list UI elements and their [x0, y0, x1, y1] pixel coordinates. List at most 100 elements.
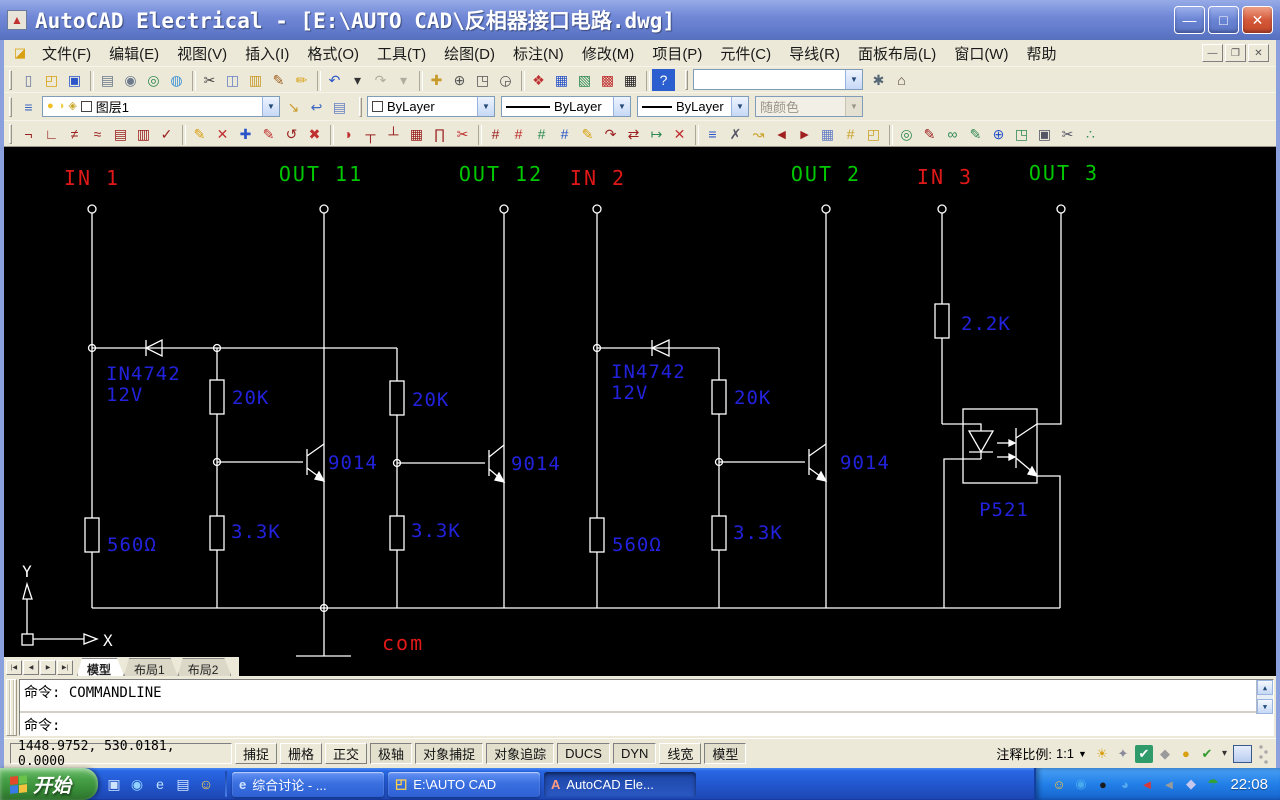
menu-modify[interactable]: 修改(M): [573, 40, 644, 67]
grid-toggle[interactable]: 栅格: [280, 743, 322, 764]
status-ok-icon[interactable]: ✔: [1198, 745, 1216, 763]
pan-button[interactable]: ✚: [425, 69, 448, 91]
menu-project[interactable]: 项目(P): [643, 40, 711, 67]
lineweight-toggle[interactable]: 线宽: [659, 743, 701, 764]
last-tab-button[interactable]: ▶|: [57, 660, 73, 675]
snap-toggle[interactable]: 捕捉: [235, 743, 277, 764]
color-combo[interactable]: ByLayer ▼: [367, 96, 495, 117]
schematic-reports-button[interactable]: ▧: [573, 69, 596, 91]
open-file-button[interactable]: ◰: [40, 69, 63, 91]
menu-dimension[interactable]: 标注(N): [504, 40, 573, 67]
wire-number-move-button[interactable]: #: [553, 123, 576, 145]
save-button[interactable]: ▣: [63, 69, 86, 91]
menu-edit[interactable]: 编辑(E): [100, 40, 168, 67]
plot-preview-button[interactable]: ◉: [119, 69, 142, 91]
annotation-scale-dropdown-arrow[interactable]: ▼: [1078, 749, 1087, 759]
drawing-erase-button[interactable]: ▩: [596, 69, 619, 91]
sogou-pinyin-tray-icon[interactable]: ☺: [1050, 776, 1067, 793]
scroll-up-icon[interactable]: ▲: [1257, 680, 1273, 695]
audio-device-tray-icon[interactable]: ◄: [1160, 776, 1177, 793]
wire-number-flip-button[interactable]: ⇄: [622, 123, 645, 145]
source-signal-arrow-button[interactable]: ≡: [701, 123, 724, 145]
osnap-toggle[interactable]: 对象捕捉: [415, 743, 483, 764]
layer-states-button[interactable]: ▤: [328, 96, 351, 118]
browser-task-button[interactable]: e 综合讨论 - ...: [232, 772, 384, 797]
menu-view[interactable]: 视图(V): [168, 40, 236, 67]
taskbar-clock[interactable]: 22:08: [1230, 776, 1268, 793]
trim-wire-button[interactable]: ✂: [451, 123, 474, 145]
zoom-window-button[interactable]: ◳: [471, 69, 494, 91]
qq-tray-icon[interactable]: ●: [1094, 776, 1111, 793]
layer-freeze-icon[interactable]: ◑: [58, 101, 65, 112]
scroll-down-icon[interactable]: ▼: [1257, 699, 1273, 714]
search-combo[interactable]: ▼: [693, 69, 863, 90]
ladder-insert-button[interactable]: ▤: [109, 123, 132, 145]
make-object-layer-current-button[interactable]: ↘: [282, 96, 305, 118]
quickcalc-button[interactable]: ▦: [619, 69, 642, 91]
ortho-toggle[interactable]: 正交: [325, 743, 367, 764]
plot-button[interactable]: ▤: [96, 69, 119, 91]
start-button[interactable]: 开始: [0, 768, 98, 800]
publish-button[interactable]: ◎: [142, 69, 165, 91]
paste-button[interactable]: ▥: [244, 69, 267, 91]
markup-button[interactable]: ✏: [290, 69, 313, 91]
wire-insert-button[interactable]: ¬: [17, 123, 40, 145]
mdi-restore-button[interactable]: ❐: [1225, 44, 1246, 62]
plc-grid-button[interactable]: ∴: [1079, 123, 1102, 145]
hatch-pencil-button[interactable]: ✎: [918, 123, 941, 145]
wire-type-button[interactable]: ≈: [86, 123, 109, 145]
thunder-tray-icon[interactable]: ◆: [1182, 776, 1199, 793]
wire-number-pencil-button[interactable]: ✎: [576, 123, 599, 145]
layer-combo[interactable]: ● ◑ ◈ 图层1 ▼: [42, 96, 280, 117]
menu-format[interactable]: 格式(O): [298, 40, 368, 67]
model-space-toggle[interactable]: 模型: [704, 743, 746, 764]
cube-icon[interactable]: ◆: [1156, 745, 1174, 763]
panel-layout-button[interactable]: ◰: [862, 123, 885, 145]
copy-button[interactable]: ◫: [221, 69, 244, 91]
toolbar-drag-handle[interactable]: [9, 97, 12, 117]
minimize-button[interactable]: —: [1174, 6, 1205, 34]
wire-tee-up-button[interactable]: ┴: [382, 123, 405, 145]
layer-previous-button[interactable]: ↩: [305, 96, 328, 118]
annotation-scale-value[interactable]: 1:1: [1056, 746, 1074, 761]
previous-drawing-button[interactable]: ◄: [770, 123, 793, 145]
polar-toggle[interactable]: 极轴: [370, 743, 412, 764]
command-window-drag-handle[interactable]: [6, 679, 17, 736]
toolbar-drag-handle[interactable]: [9, 124, 12, 144]
link-components-button[interactable]: ∞: [941, 123, 964, 145]
annotation-autoscale-icon[interactable]: ✦: [1114, 745, 1132, 763]
mdi-close-button[interactable]: ✕: [1248, 44, 1269, 62]
prev-tab-button[interactable]: ◀: [23, 660, 39, 675]
stretch-wire-button[interactable]: ∏: [428, 123, 451, 145]
annotation-visibility-icon[interactable]: ☀: [1093, 745, 1111, 763]
wire-number-leader-button[interactable]: ↦: [645, 123, 668, 145]
cross-reference-button[interactable]: ✗: [724, 123, 747, 145]
new-file-button[interactable]: ▯: [17, 69, 40, 91]
toolbar-drag-handle[interactable]: [685, 70, 688, 90]
wire-22-angle-button[interactable]: ∟: [40, 123, 63, 145]
smiley-icon[interactable]: ☺: [196, 774, 216, 794]
undo-dropdown-arrow[interactable]: ▾: [346, 69, 369, 91]
wire-delete-button[interactable]: ✕: [211, 123, 234, 145]
reports-table-button[interactable]: ▦: [816, 123, 839, 145]
next-drawing-button[interactable]: ►: [793, 123, 816, 145]
messenger-tray-icon[interactable]: ◕: [1116, 776, 1133, 793]
combo-dropdown-arrow[interactable]: ▼: [845, 70, 862, 89]
circuit-builder-button[interactable]: ◎: [895, 123, 918, 145]
cut-button[interactable]: ✂: [198, 69, 221, 91]
settings-button[interactable]: ✱: [867, 69, 890, 91]
model-tab[interactable]: 模型: [77, 658, 124, 676]
tray-expand-arrow[interactable]: ▾: [1222, 748, 1227, 759]
zoom-detail-button[interactable]: ⊕: [987, 123, 1010, 145]
command-history[interactable]: 命令: COMMANDLINE: [20, 680, 1273, 713]
menu-insert[interactable]: 插入(I): [236, 40, 298, 67]
show-desktop-icon[interactable]: ▣: [104, 774, 124, 794]
layer-properties-button[interactable]: ≡: [17, 96, 40, 118]
otrack-toggle[interactable]: 对象追踪: [486, 743, 554, 764]
menu-tools[interactable]: 工具(T): [368, 40, 435, 67]
project-manager-button[interactable]: ❖: [527, 69, 550, 91]
autocad-task-button[interactable]: A AutoCAD Ele...: [544, 772, 696, 797]
layer-lock-icon[interactable]: ◈: [68, 101, 76, 112]
layer-on-bulb-icon[interactable]: ●: [47, 101, 54, 112]
maximize-button[interactable]: □: [1208, 6, 1239, 34]
